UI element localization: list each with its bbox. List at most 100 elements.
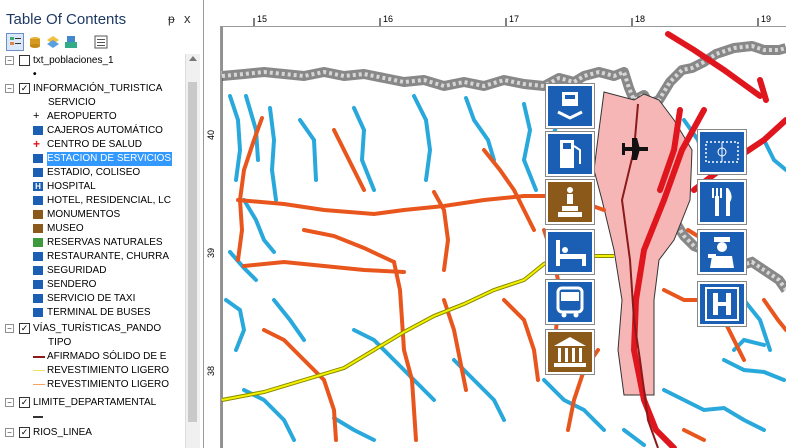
close-icon[interactable]: x xyxy=(184,11,191,26)
map-view[interactable] xyxy=(204,0,786,448)
symbol-row: • xyxy=(0,68,185,82)
symbol-row-seguridad[interactable]: SEGURIDAD xyxy=(0,264,185,278)
atm-icon[interactable] xyxy=(545,83,595,129)
restaurant-icon[interactable] xyxy=(697,179,747,225)
police-icon[interactable] xyxy=(697,229,747,275)
layer-visibility-checkbox[interactable] xyxy=(19,55,30,66)
hospital-icon[interactable] xyxy=(697,281,747,327)
symbol-label: AEROPUERTO xyxy=(47,111,117,122)
symbol-label: RESERVAS NATURALES xyxy=(47,237,163,248)
police-icon xyxy=(33,266,43,275)
options-icon[interactable] xyxy=(92,33,110,51)
ruler-top-label: 16 xyxy=(383,14,394,24)
symbol-row-taxi[interactable]: SERVICIO DE TAXI xyxy=(0,292,185,306)
airport-icon[interactable] xyxy=(618,136,652,162)
museum-icon[interactable] xyxy=(545,329,595,375)
symbol-row-estadio[interactable]: ESTADIO, COLISEO xyxy=(0,166,185,180)
layer-visibility-checkbox[interactable]: ✓ xyxy=(19,397,30,408)
list-by-drawing-order-icon[interactable] xyxy=(6,33,24,51)
symbol-row-monumentos[interactable]: MONUMENTOS xyxy=(0,208,185,222)
list-by-selection-icon[interactable] xyxy=(62,33,80,51)
ruler-left-label: 39 xyxy=(206,247,217,259)
symbol-row-reservas[interactable]: RESERVAS NATURALES xyxy=(0,236,185,250)
monument-icon[interactable] xyxy=(545,179,595,225)
collapse-icon[interactable]: − xyxy=(5,84,14,93)
collapse-icon[interactable]: − xyxy=(5,398,14,407)
fuel-station-icon[interactable] xyxy=(545,131,595,177)
line-swatch xyxy=(33,384,45,385)
symbol-row-restaurante[interactable]: RESTAURANTE, CHURRA xyxy=(0,250,185,264)
toc-scrollbar[interactable] xyxy=(185,54,200,448)
symbol-label: AFIRMADO SÓLIDO DE E xyxy=(47,351,167,362)
symbol-label: REVESTIMIENTO LIGERO xyxy=(47,379,170,390)
scroll-thumb[interactable] xyxy=(188,82,197,422)
collapse-icon[interactable]: − xyxy=(5,324,14,333)
ruler-top-label: 19 xyxy=(761,14,772,24)
pin-icon[interactable]: ᵽ xyxy=(168,12,175,26)
line-swatch xyxy=(33,370,45,371)
symbol-label-selected: ESTACION DE SERVICIOS xyxy=(47,152,173,166)
map-canvas xyxy=(221,25,786,448)
toc-header: Table Of Contents ᵽ x xyxy=(0,0,203,28)
list-by-source-icon[interactable] xyxy=(26,33,44,51)
layer-visibility-checkbox[interactable]: ✓ xyxy=(19,323,30,334)
field-row: SERVICIO xyxy=(0,96,185,110)
symbol-row-centro-salud[interactable]: + CENTRO DE SALUD xyxy=(0,137,185,152)
hiking-icon xyxy=(33,280,43,289)
layer-row-rios-linea[interactable]: − ✓ RIOS_LINEA xyxy=(0,426,185,440)
field-label: SERVICIO xyxy=(48,97,96,108)
stadium-icon[interactable] xyxy=(697,129,747,175)
collapse-icon[interactable]: − xyxy=(5,428,14,437)
symbol-row-estacion-servicios[interactable]: ESTACION DE SERVICIOS xyxy=(0,152,185,166)
hotel-icon xyxy=(33,196,43,205)
ruler-left-label: 40 xyxy=(206,129,217,141)
fuel-icon xyxy=(33,154,43,163)
line-symbol-row[interactable]: REVESTIMIENTO LIGERO xyxy=(0,364,185,378)
symbol-row-museo[interactable]: MUSEO xyxy=(0,222,185,236)
symbol-label: CENTRO DE SALUD xyxy=(47,139,143,150)
line-swatch xyxy=(33,416,43,418)
symbol-label: CAJEROS AUTOMÁTICO xyxy=(47,125,163,136)
layer-row-limite-departamental[interactable]: − ✓ LIMITE_DEPARTAMENTAL xyxy=(0,396,185,410)
ruler-left: 40 39 38 xyxy=(204,26,221,448)
layer-visibility-checkbox[interactable]: ✓ xyxy=(19,427,30,438)
symbol-row-cajeros[interactable]: CAJEROS AUTOMÁTICO xyxy=(0,124,185,138)
line-symbol-row[interactable]: REVESTIMIENTO LIGERO xyxy=(0,378,185,392)
line-symbol-row[interactable]: AFIRMADO SÓLIDO DE E xyxy=(0,350,185,364)
symbol-row-terminal-buses[interactable]: TERMINAL DE BUSES xyxy=(0,306,185,320)
symbol-row-sendero[interactable]: SENDERO xyxy=(0,278,185,292)
scroll-up-icon[interactable] xyxy=(189,56,197,61)
list-by-visibility-icon[interactable] xyxy=(44,33,62,51)
layer-row-txt-poblaciones[interactable]: − txt_poblaciones_1 xyxy=(0,54,185,68)
symbol-row-aeropuerto[interactable]: + AEROPUERTO xyxy=(0,110,185,124)
field-label: TIPO xyxy=(48,337,72,348)
layer-row-vias-turisticas[interactable]: − ✓ VÍAS_TURÍSTICAS_PANDO xyxy=(0,322,185,336)
ruler-top: 15 16 17 18 19 xyxy=(204,10,786,27)
toc-title: Table Of Contents xyxy=(6,11,127,28)
collapse-icon[interactable]: − xyxy=(5,56,14,65)
layer-row-informacion-turistica[interactable]: − ✓ INFORMACIÓN_TURISTICA xyxy=(0,82,185,96)
taxi-icon xyxy=(33,294,43,303)
hotel-icon[interactable] xyxy=(545,229,595,275)
layer-visibility-checkbox[interactable]: ✓ xyxy=(19,83,30,94)
nature-reserve-icon xyxy=(33,238,43,247)
symbol-row-hospital[interactable]: H HOSPITAL xyxy=(0,180,185,194)
layer-label: INFORMACIÓN_TURISTICA xyxy=(33,83,163,94)
symbol-label: MONUMENTOS xyxy=(47,209,121,220)
layer-label: txt_poblaciones_1 xyxy=(33,55,114,66)
monument-icon xyxy=(33,210,43,219)
symbol-label: HOTEL, RESIDENCIAL, LC xyxy=(47,195,171,206)
hospital-icon: H xyxy=(33,182,43,191)
bus-icon[interactable] xyxy=(545,279,595,325)
table-of-contents-panel: Table Of Contents ᵽ x − txt_poblaciones_… xyxy=(0,0,204,448)
field-row: TIPO xyxy=(0,336,185,350)
ruler-top-label: 15 xyxy=(257,14,268,24)
layer-label: LIMITE_DEPARTAMENTAL xyxy=(33,397,157,408)
ruler-left-label: 38 xyxy=(206,365,217,377)
symbol-label: SENDERO xyxy=(47,279,97,290)
symbol-label: MUSEO xyxy=(47,223,84,234)
symbol-row-hotel[interactable]: HOTEL, RESIDENCIAL, LC xyxy=(0,194,185,208)
line-symbol-row[interactable] xyxy=(0,410,185,424)
symbol-label: TERMINAL DE BUSES xyxy=(47,307,151,318)
symbol-label: ESTADIO, COLISEO xyxy=(47,167,141,178)
